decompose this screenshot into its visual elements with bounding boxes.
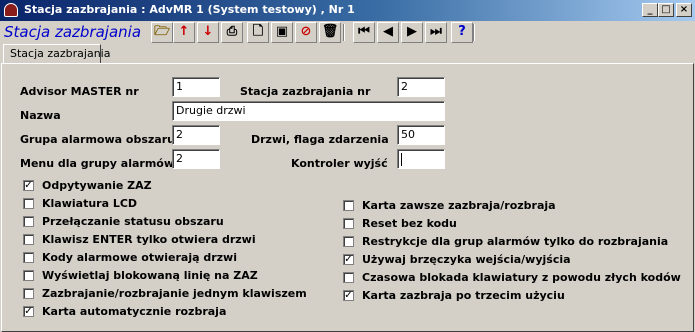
- checkbox-unchecked[interactable]: [343, 218, 354, 229]
- checkbox-label: Zazbrajanie/rozbrajanie jednym klawiszem: [42, 287, 307, 300]
- checkbox-checked[interactable]: ✓: [343, 290, 354, 301]
- advisor-master-label: Advisor MASTER nr: [20, 85, 139, 98]
- minimize-button[interactable]: _: [642, 3, 658, 17]
- alarm-group-field[interactable]: 2: [172, 125, 220, 145]
- open-button[interactable]: 🗁: [151, 22, 173, 43]
- checkbox-unchecked[interactable]: [23, 252, 34, 263]
- name-field[interactable]: Drugie drzwi: [172, 101, 445, 121]
- print-icon: ⎙: [226, 24, 238, 39]
- text-caret: [401, 152, 402, 166]
- door-flag-label: Drzwi, flaga zdarzenia: [251, 133, 389, 146]
- app-icon: [4, 3, 18, 17]
- save-icon: ▣: [275, 24, 289, 39]
- checkbox-unchecked[interactable]: [343, 236, 354, 247]
- checkbox-label: Wyświetlaj blokowaną linię na ZAZ: [42, 269, 258, 282]
- open-icon: 🗁: [153, 24, 171, 39]
- print-button[interactable]: ⎙: [221, 22, 243, 43]
- output-controller-field[interactable]: [397, 149, 445, 169]
- tab-strip: Stacja zazbrajania: [0, 44, 695, 64]
- checkbox-label: Czasowa blokada klawiatury z powodu złyc…: [362, 271, 681, 284]
- new-document-icon: 🗋: [252, 24, 264, 39]
- form-heading: Stacja zazbrajania: [4, 23, 142, 41]
- close-button[interactable]: ×: [676, 3, 692, 17]
- checkbox-label: Klawisz ENTER tylko otwiera drzwi: [42, 233, 256, 246]
- checkbox-label: Karta automatycznie rozbraja: [42, 305, 227, 318]
- toolbar-separator: [473, 24, 475, 41]
- checkbox-checked[interactable]: ✓: [23, 180, 34, 191]
- menu-group-field[interactable]: 2: [172, 149, 220, 169]
- first-record-button[interactable]: ⏮: [353, 22, 375, 43]
- checkbox-unchecked[interactable]: [343, 272, 354, 283]
- name-label: Nazwa: [20, 109, 61, 122]
- delete-button[interactable]: 🗑: [319, 22, 341, 43]
- help-icon: ?: [458, 24, 466, 39]
- checkbox-unchecked[interactable]: [23, 270, 34, 281]
- checkbox-unchecked[interactable]: [343, 200, 354, 211]
- form-panel: Advisor MASTER nr 1 Stacja zazbrajania n…: [1, 63, 694, 332]
- tab-stacja-zazbrajania[interactable]: Stacja zazbrajania: [3, 44, 110, 64]
- delete-icon: 🗑: [321, 24, 339, 39]
- first-record-icon: ⏮: [358, 24, 370, 39]
- cancel-button[interactable]: ⊘: [295, 22, 317, 43]
- menu-group-label: Menu dla grupy alarmów: [20, 157, 175, 170]
- checkbox-label: Karta zazbraja po trzecim użyciu: [362, 289, 565, 302]
- toolbar-separator: [343, 24, 345, 41]
- checkbox-label: Klawiatura LCD: [42, 197, 138, 210]
- checkbox-label: Kody alarmowe otwierają drzwi: [42, 251, 237, 264]
- checkbox-unchecked[interactable]: [23, 234, 34, 245]
- arrow-down-icon: ↓: [202, 24, 214, 39]
- checkbox-label: Używaj brzęczyka wejścia/wyjścia: [362, 253, 571, 266]
- title-bar: Stacja zazbrajania : AdvMR 1 (System tes…: [0, 0, 695, 21]
- arrow-up-icon: ↑: [178, 24, 190, 39]
- checkbox-unchecked[interactable]: [23, 216, 34, 227]
- last-record-icon: ⏭: [430, 24, 442, 39]
- previous-record-button[interactable]: ◀: [377, 22, 399, 43]
- checkbox-unchecked[interactable]: [23, 198, 34, 209]
- next-record-icon: ▶: [407, 24, 417, 39]
- cancel-icon: ⊘: [300, 24, 312, 39]
- alarm-group-label: Grupa alarmowa obszaru: [20, 133, 175, 146]
- checkbox-unchecked[interactable]: [23, 288, 34, 299]
- checkbox-checked[interactable]: ✓: [343, 254, 354, 265]
- checkbox-checked[interactable]: ✓: [23, 306, 34, 317]
- station-nr-field[interactable]: 2: [397, 77, 445, 97]
- previous-record-icon: ◀: [383, 24, 393, 39]
- arrow-up-button[interactable]: ↑: [173, 22, 195, 43]
- maximize-button[interactable]: □: [658, 3, 674, 17]
- advisor-master-field[interactable]: 1: [172, 77, 220, 97]
- toolbar: Stacja zazbrajania 🗁 ↑ ↓ ⎙ 🗋 ▣ ⊘ 🗑 ⏮ ◀ ▶ ⏭?: [0, 21, 695, 44]
- checkbox-label: Odpytywanie ZAZ: [42, 179, 152, 192]
- checkbox-label: Reset bez kodu: [362, 217, 457, 230]
- window-title: Stacja zazbrajania : AdvMR 1 (System tes…: [24, 3, 355, 16]
- arrow-down-button[interactable]: ↓: [197, 22, 219, 43]
- next-record-button[interactable]: ▶: [401, 22, 423, 43]
- help-button[interactable]: ?: [451, 22, 473, 43]
- new-document-button[interactable]: 🗋: [247, 22, 269, 43]
- last-record-button[interactable]: ⏭: [425, 22, 447, 43]
- door-flag-field[interactable]: 50: [397, 125, 445, 145]
- save-button[interactable]: ▣: [271, 22, 293, 43]
- station-nr-label: Stacja zazbrajania nr: [240, 85, 371, 98]
- checkbox-label: Przełączanie statusu obszaru: [42, 215, 224, 228]
- checkbox-label: Karta zawsze zazbraja/rozbraja: [362, 199, 556, 212]
- output-controller-label: Kontroler wyjść: [291, 157, 388, 170]
- checkbox-label: Restrykcje dla grup alarmów tylko do roz…: [362, 235, 669, 248]
